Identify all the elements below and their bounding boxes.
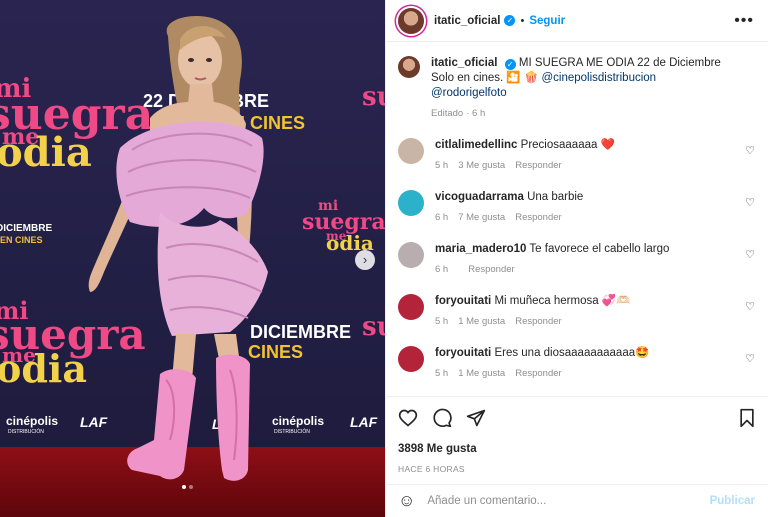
comment-row: foryouitati Eres una diosaaaaaaaaaaa🤩 5 h… [398,346,755,381]
comment-time: 5 h [435,160,449,171]
bookmark-icon[interactable] [737,408,757,428]
comment-meta: 5 h 1 Me gusta Responder [435,314,725,329]
commenter-username[interactable]: citlalimedellinc [435,139,517,151]
caption-mention-photographer[interactable]: @rodorigelfoto [431,87,507,99]
commenter-avatar[interactable] [398,138,424,164]
comment-icon[interactable] [432,408,452,428]
caption-author-avatar[interactable] [398,56,420,78]
comment-meta: 5 h 1 Me gusta Responder [435,366,725,381]
reply-button[interactable]: Responder [515,212,561,223]
post-side-panel: itatic_oficial ✓ • Seguir ••• itatic_ofi… [385,0,768,517]
carousel-dot [189,485,193,489]
comment-text: Te favorece el cabello largo [529,243,670,255]
comment-like-heart-icon[interactable]: ♡ [745,248,755,261]
commenter-avatar[interactable] [398,294,424,320]
comment-time: 6 h [435,264,449,275]
commenter-avatar[interactable] [398,242,424,268]
smiley-icon[interactable]: ☺ [398,491,415,511]
comment-body: foryouitati Mi muñeca hermosa 💞🫶🏻 5 h 1 Me… [435,294,725,329]
commenter-username[interactable]: foryouitati [435,347,491,359]
comment-likes[interactable]: 7 Me gusta [458,212,505,223]
add-comment-bar: ☺ Publicar [386,484,768,517]
caption-meta: Editado · 6 h [431,108,486,119]
follow-button[interactable]: Seguir [529,15,565,27]
comment-like-heart-icon[interactable]: ♡ [745,196,755,209]
woman-figure [88,16,268,481]
carousel-dot-active [182,485,186,489]
comment-time: 5 h [435,316,449,327]
reply-button[interactable]: Responder [515,160,561,171]
comment-likes[interactable]: 1 Me gusta [458,316,505,327]
comments-list[interactable]: itatic_oficial ✓ MI SUEGRA ME ODIA 22 de… [386,43,768,395]
likes-count[interactable]: 3898 Me gusta [398,443,757,455]
comment-like-heart-icon[interactable]: ♡ [745,352,755,365]
commenter-username[interactable]: vicoguadarrama [435,191,524,203]
comment-time: 5 h [435,368,449,379]
carousel-indicator [182,485,193,489]
caption-body: itatic_oficial ✓ MI SUEGRA ME ODIA 22 de… [431,56,731,121]
more-options-icon[interactable]: ••• [734,12,754,30]
comment-text: Preciosaaaaaa ❤️ [520,139,615,151]
verified-badge-icon: ✓ [504,15,516,26]
header-separator: • [520,14,525,27]
comment-row: foryouitati Mi muñeca hermosa 💞🫶🏻 5 h 1 Me… [398,294,755,329]
commenter-username[interactable]: foryouitati [435,295,491,307]
comment-row: citlalimedellinc Preciosaaaaaa ❤️ 5 h 3 Me… [398,138,755,173]
caption-edited-label: Editado [431,108,464,119]
instagram-post: mi suegra me odia DICIEMBRE EN CINES 22 … [0,0,768,517]
chevron-right-icon: › [362,252,368,267]
caption-mention-cinepolis[interactable]: @cinepolisdistribucion [541,72,656,84]
commenter-username[interactable]: maria_madero10 [435,243,526,255]
comment-input[interactable] [427,495,710,507]
comment-body: maria_madero10 Te favorece el cabello la… [435,242,725,277]
post-actions: 3898 Me gusta HACE 6 HORAS [386,396,768,474]
comment-row: vicoguadarrama Una barbie 6 h 7 Me gusta Re… [398,190,755,225]
author-avatar[interactable] [398,7,424,34]
post-header: itatic_oficial ✓ • Seguir ••• [386,0,768,42]
commenter-avatar[interactable] [398,346,424,372]
comment-row: maria_madero10 Te favorece el cabello la… [398,242,755,277]
comment-meta: 6 h Responder [435,262,725,277]
caption-username[interactable]: itatic_oficial [431,57,497,69]
comment-like-heart-icon[interactable]: ♡ [745,300,755,313]
comment-meta: 6 h 7 Me gusta Responder [435,210,725,225]
comment-likes[interactable]: 1 Me gusta [458,368,505,379]
reply-button[interactable]: Responder [515,316,561,327]
heart-outline-icon[interactable] [398,408,418,428]
comment-likes[interactable]: 3 Me gusta [458,160,505,171]
comment-time: 6 h [435,212,449,223]
commenter-avatar[interactable] [398,190,424,216]
reply-button[interactable]: Responder [468,264,514,275]
paper-plane-icon[interactable] [466,408,486,428]
next-image-button[interactable]: › [355,250,375,270]
reply-button[interactable]: Responder [515,368,561,379]
post-caption: itatic_oficial ✓ MI SUEGRA ME ODIA 22 de… [398,43,755,121]
comment-meta: 5 h 3 Me gusta Responder [435,158,725,173]
comment-text: Una barbie [527,191,584,203]
verified-badge-icon: ✓ [504,59,516,70]
comment-body: citlalimedellinc Preciosaaaaaa ❤️ 5 h 3 Me… [435,138,725,173]
comment-body: vicoguadarrama Una barbie 6 h 7 Me gusta Re… [435,190,725,225]
comment-like-heart-icon[interactable]: ♡ [745,144,755,157]
comment-body: foryouitati Eres una diosaaaaaaaaaaa🤩 5 h… [435,346,725,381]
comment-text: Eres una diosaaaaaaaaaaa🤩 [494,347,650,359]
post-timestamp: HACE 6 HORAS [398,464,465,474]
author-username[interactable]: itatic_oficial [434,15,500,27]
comment-text: Mi muñeca hermosa 💞🫶🏻 [494,295,631,307]
publish-button[interactable]: Publicar [710,495,755,507]
post-image[interactable]: mi suegra me odia DICIEMBRE EN CINES 22 … [0,0,385,517]
caption-time: 6 h [472,108,486,119]
